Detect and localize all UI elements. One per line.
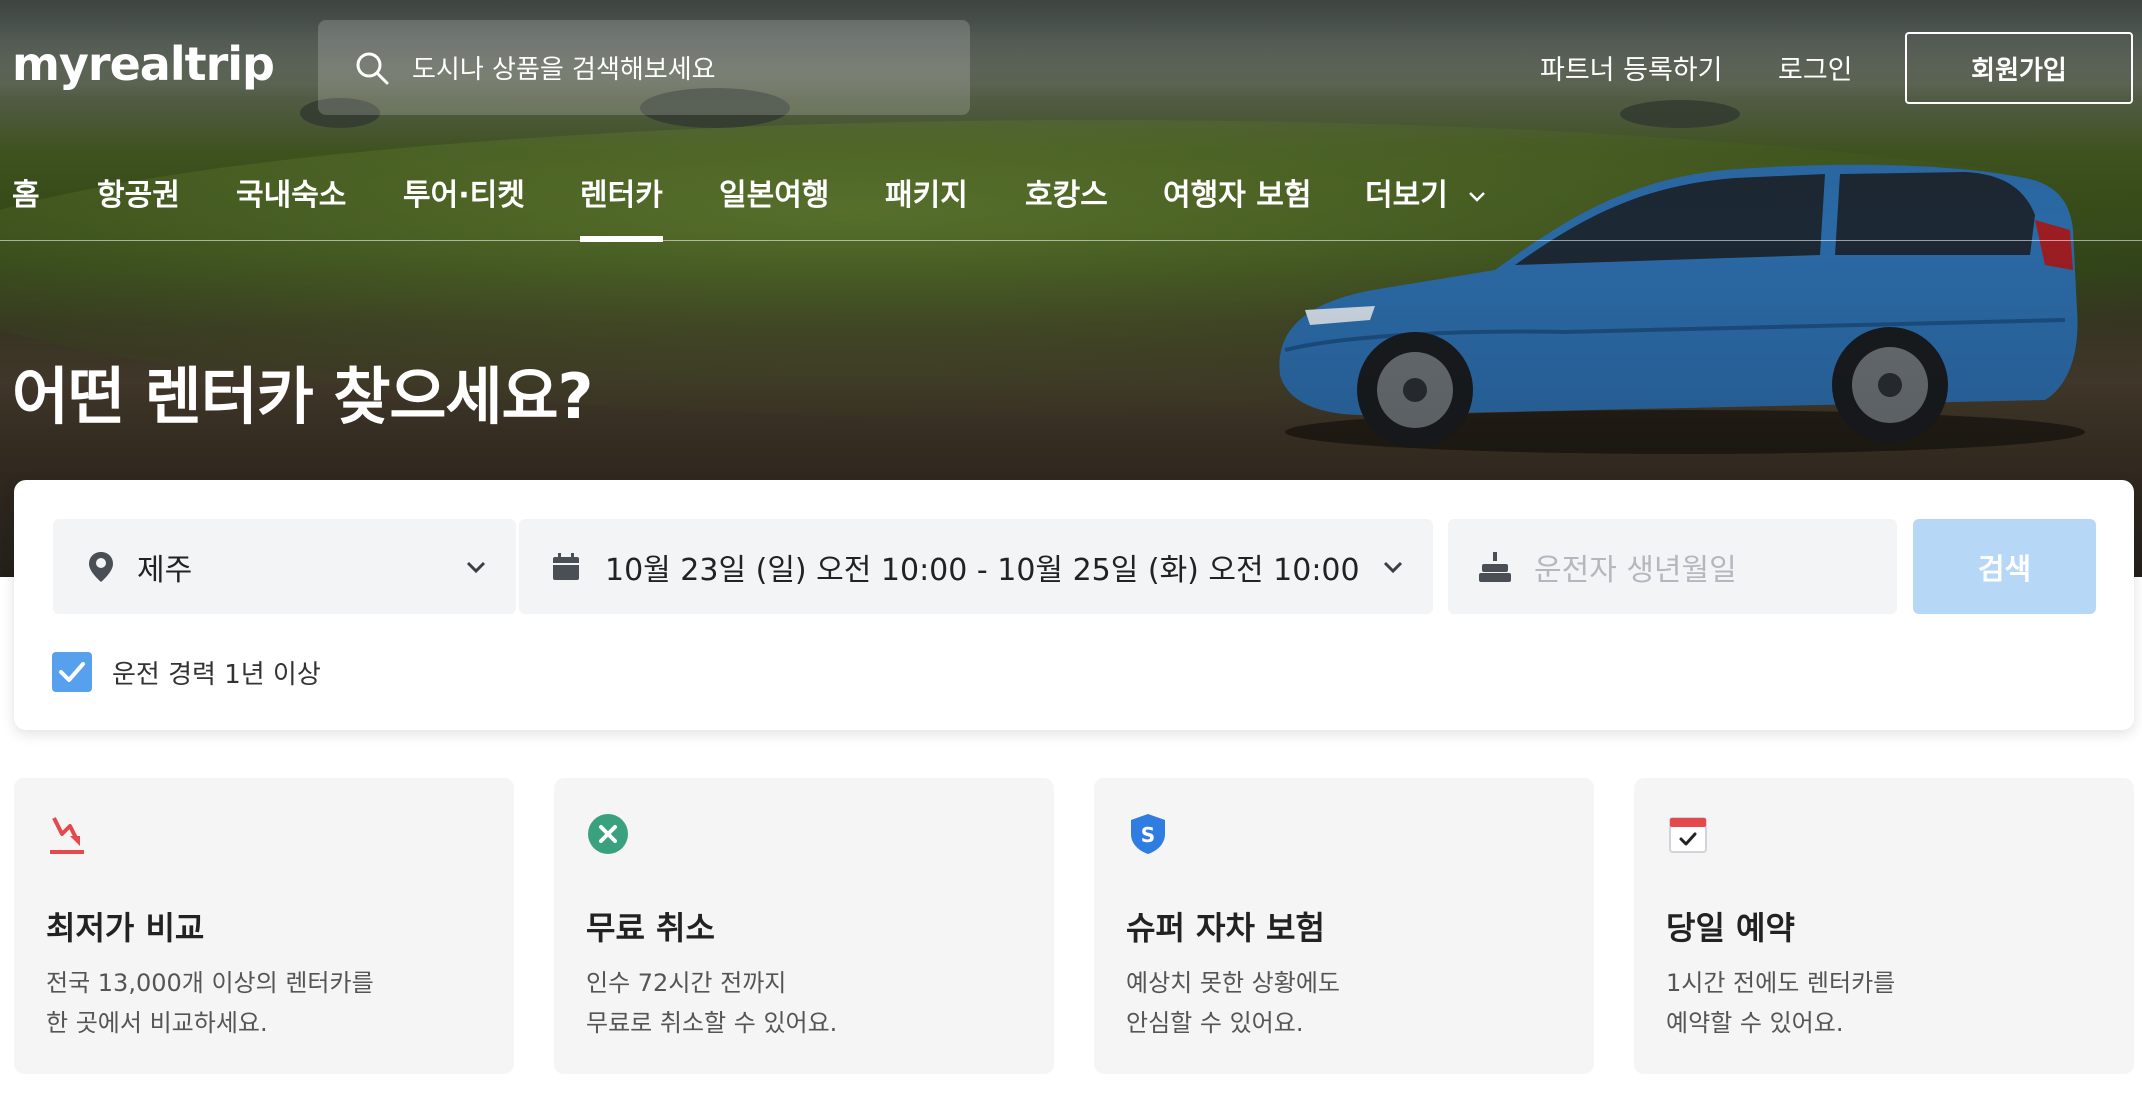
- feature-description: 인수 72시간 전까지 무료로 취소할 수 있어요.: [586, 963, 837, 1043]
- signup-button[interactable]: 회원가입: [1905, 32, 2133, 104]
- cancel-circle-icon: [588, 814, 628, 854]
- experience-checkbox[interactable]: [52, 652, 92, 692]
- nav-item-more[interactable]: 더보기: [1365, 170, 1486, 214]
- nav-item-home[interactable]: 홈: [12, 170, 40, 214]
- nav-item-travel-insurance[interactable]: 여행자 보험: [1163, 170, 1311, 214]
- cake-icon: [1479, 551, 1511, 582]
- chevron-down-icon: [1383, 561, 1403, 574]
- date-range-value: 10월 23일 (일) 오전 10:00 - 10월 25일 (화) 오전 10…: [605, 552, 1360, 588]
- nav-item-package[interactable]: 패키지: [885, 170, 968, 214]
- feature-desc-line: 안심할 수 있어요.: [1126, 1009, 1304, 1037]
- nav-item-flights[interactable]: 항공권: [97, 170, 180, 214]
- feature-card-same-day: 당일 예약 1시간 전에도 렌터카를 예약할 수 있어요.: [1634, 778, 2134, 1074]
- feature-description: 1시간 전에도 렌터카를 예약할 수 있어요.: [1666, 963, 1895, 1043]
- feature-description: 전국 13,000개 이상의 렌터카를 한 곳에서 비교하세요.: [46, 963, 374, 1043]
- location-value: 제주: [137, 552, 193, 588]
- price-drop-icon: [50, 817, 84, 854]
- chevron-down-icon: [1469, 191, 1486, 202]
- global-search-input[interactable]: 도시나 상품을 검색해보세요: [318, 20, 970, 115]
- feature-card-lowest-price: 최저가 비교 전국 13,000개 이상의 렌터카를 한 곳에서 비교하세요.: [14, 778, 514, 1074]
- search-button[interactable]: 검색: [1913, 519, 2096, 614]
- feature-desc-line: 무료로 취소할 수 있어요.: [586, 1009, 838, 1037]
- feature-title: 당일 예약: [1666, 909, 1795, 947]
- feature-title: 무료 취소: [586, 909, 715, 947]
- feature-card-free-cancel: 무료 취소 인수 72시간 전까지 무료로 취소할 수 있어요.: [554, 778, 1054, 1074]
- search-icon: [356, 52, 389, 84]
- calendar-check-icon: [1669, 817, 1707, 853]
- location-pin-icon: [89, 551, 113, 582]
- rental-search-panel: 제주 10월 23일 (일) 오전 10:00 - 10월 25일 (화) 오전…: [14, 480, 2134, 730]
- search-placeholder: 도시나 상품을 검색해보세요: [412, 55, 716, 85]
- experience-checkbox-label: 운전 경력 1년 이상: [112, 659, 321, 690]
- nav-item-hocance[interactable]: 호캉스: [1025, 170, 1108, 214]
- feature-title: 슈퍼 자차 보험: [1126, 909, 1325, 947]
- svg-text:S: S: [1141, 823, 1155, 847]
- feature-description: 예상치 못한 상황에도 안심할 수 있어요.: [1126, 963, 1340, 1043]
- main-nav: 홈 항공권 국내숙소 투어·티켓 렌터카 일본여행 패키지 호캉스 여행자 보험…: [0, 160, 2142, 242]
- nav-more-label: 더보기: [1365, 178, 1448, 213]
- calendar-icon: [553, 552, 579, 580]
- feature-desc-line: 전국 13,000개 이상의 렌터카를: [46, 969, 374, 997]
- page-title: 어떤 렌터카 찾으세요?: [12, 360, 593, 433]
- logo-text: myrealtrip: [12, 37, 275, 91]
- feature-desc-line: 예상치 못한 상황에도: [1126, 969, 1340, 997]
- birthdate-input[interactable]: 운전자 생년월일: [1448, 519, 1897, 614]
- nav-item-rental-car[interactable]: 렌터카: [580, 170, 663, 242]
- experience-checkbox-row[interactable]: 운전 경력 1년 이상: [52, 652, 321, 692]
- feature-desc-line: 예약할 수 있어요.: [1666, 1009, 1844, 1037]
- feature-desc-line: 1시간 전에도 렌터카를: [1666, 969, 1896, 997]
- chevron-down-icon: [466, 561, 486, 574]
- nav-item-japan-travel[interactable]: 일본여행: [719, 170, 829, 214]
- birthdate-placeholder: 운전자 생년월일: [1534, 552, 1737, 588]
- date-range-select[interactable]: 10월 23일 (일) 오전 10:00 - 10월 25일 (화) 오전 10…: [519, 519, 1433, 614]
- shield-icon: S: [1131, 814, 1165, 854]
- nav-item-tours-tickets[interactable]: 투어·티켓: [403, 170, 525, 214]
- partner-register-link[interactable]: 파트너 등록하기: [1540, 48, 1722, 87]
- nav-item-domestic-stays[interactable]: 국내숙소: [236, 170, 346, 214]
- logo[interactable]: myrealtrip: [12, 34, 275, 94]
- feature-title: 최저가 비교: [46, 909, 205, 947]
- login-link[interactable]: 로그인: [1778, 48, 1853, 87]
- feature-desc-line: 인수 72시간 전까지: [586, 969, 787, 997]
- location-select[interactable]: 제주: [53, 519, 516, 614]
- feature-desc-line: 한 곳에서 비교하세요.: [46, 1009, 268, 1037]
- feature-card-super-insurance: S 슈퍼 자차 보험 예상치 못한 상황에도 안심할 수 있어요.: [1094, 778, 1594, 1074]
- check-icon: [59, 662, 85, 682]
